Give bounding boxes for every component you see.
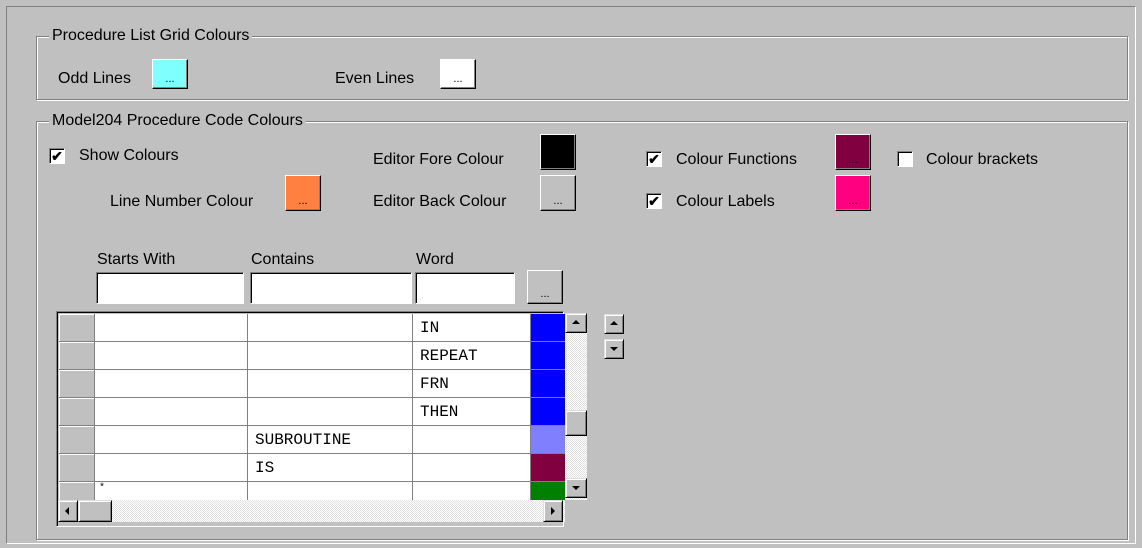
browse-dots: ...: [540, 288, 550, 300]
row-selector[interactable]: [59, 370, 95, 398]
fore-dots: ...: [553, 154, 563, 166]
table-row[interactable]: THEN: [59, 398, 565, 426]
contains-cell[interactable]: [248, 342, 413, 370]
arrow-up-icon: [572, 320, 580, 324]
browse-colour-button[interactable]: ...: [527, 270, 563, 304]
colour-functions-colour-button[interactable]: ...: [835, 134, 871, 170]
colour-functions-checkbox[interactable]: ✔: [646, 151, 662, 167]
table-row[interactable]: IN: [59, 314, 565, 342]
odd-dots: ...: [165, 73, 175, 85]
table-row[interactable]: SUBROUTINE: [59, 426, 565, 454]
starts-with-cell[interactable]: [95, 426, 248, 454]
table-row[interactable]: FRN: [59, 370, 565, 398]
grid-scroll-left-button[interactable]: [58, 500, 78, 522]
grid-colours-title: Procedure List Grid Colours: [49, 26, 253, 46]
colour-labels-label: Colour Labels: [676, 193, 775, 210]
starts-with-cell[interactable]: [95, 314, 248, 342]
contains-cell[interactable]: [248, 314, 413, 342]
colour-swatch-cell[interactable]: [531, 370, 565, 398]
starts-with-cell[interactable]: [95, 370, 248, 398]
starts-with-input[interactable]: [96, 272, 244, 304]
contains-label: Contains: [251, 251, 315, 268]
word-cell[interactable]: REPEAT: [413, 342, 531, 370]
colour-swatch-cell[interactable]: [531, 454, 565, 482]
move-down-icon: [610, 347, 618, 351]
colour-swatch-cell[interactable]: [531, 398, 565, 426]
contains-input[interactable]: [250, 272, 412, 304]
back-dots: ...: [553, 195, 563, 207]
contains-cell[interactable]: [248, 398, 413, 426]
grid-horizontal-scrollbar[interactable]: [58, 500, 565, 522]
arrow-down-icon: [572, 486, 580, 490]
editor-back-colour-button[interactable]: ...: [540, 175, 576, 211]
row-selector[interactable]: [59, 398, 95, 426]
line-number-colour-label: Line Number Colour: [110, 193, 254, 210]
grid-scroll-up-button[interactable]: [565, 313, 587, 333]
row-selector[interactable]: [59, 342, 95, 370]
func-dots: ...: [848, 154, 858, 166]
odd-lines-label: Odd Lines: [58, 70, 131, 87]
odd-lines-colour-button[interactable]: ...: [152, 59, 188, 89]
grid-colours-group: Procedure List Grid Colours: [36, 26, 1128, 100]
grid-horizontal-scroll-thumb[interactable]: [78, 500, 112, 522]
move-row-down-button[interactable]: [604, 339, 624, 359]
row-selector[interactable]: [59, 426, 95, 454]
colour-brackets-label: Colour brackets: [926, 151, 1039, 168]
colour-labels-check-mark: ✔: [648, 193, 660, 209]
colour-brackets-checkbox[interactable]: [897, 151, 913, 167]
starts-with-cell[interactable]: [95, 398, 248, 426]
move-row-up-button[interactable]: [604, 314, 624, 334]
grid-scroll-down-button[interactable]: [565, 478, 587, 498]
table-row[interactable]: REPEAT: [59, 342, 565, 370]
word-cell[interactable]: THEN: [413, 398, 531, 426]
starts-with-cell[interactable]: [95, 342, 248, 370]
row-selector[interactable]: [59, 454, 95, 482]
show-colours-checkbox[interactable]: ✔: [49, 148, 65, 164]
word-cell[interactable]: FRN: [413, 370, 531, 398]
editor-fore-colour-button[interactable]: ...: [540, 134, 576, 170]
colour-swatch-cell[interactable]: [531, 314, 565, 342]
move-up-icon: [610, 321, 618, 325]
code-colours-title: Model204 Procedure Code Colours: [49, 111, 306, 131]
grid-vertical-scroll-thumb[interactable]: [565, 410, 587, 436]
contains-cell[interactable]: SUBROUTINE: [248, 426, 413, 454]
show-colours-check-mark: ✔: [51, 148, 63, 164]
colour-swatch-cell[interactable]: [531, 342, 565, 370]
word-cell[interactable]: [413, 426, 531, 454]
labels-dots: ...: [848, 195, 858, 207]
colour-labels-checkbox[interactable]: ✔: [646, 193, 662, 209]
starts-with-cell[interactable]: [95, 454, 248, 482]
starts-with-label: Starts With: [97, 251, 176, 268]
arrow-right-icon: [551, 507, 555, 515]
line-number-colour-button[interactable]: ...: [285, 175, 321, 211]
word-cell[interactable]: IN: [413, 314, 531, 342]
contains-cell[interactable]: IS: [248, 454, 413, 482]
table-row[interactable]: IS: [59, 454, 565, 482]
contains-cell[interactable]: [248, 370, 413, 398]
editor-fore-colour-label: Editor Fore Colour: [373, 151, 504, 168]
line-dots: ...: [298, 195, 308, 207]
row-selector[interactable]: [59, 314, 95, 342]
grid-vertical-scrollbar[interactable]: [565, 313, 587, 500]
show-colours-label: Show Colours: [79, 147, 179, 164]
even-dots: ...: [453, 73, 463, 85]
arrow-left-icon: [65, 507, 69, 515]
even-lines-label: Even Lines: [335, 70, 415, 87]
keyword-colour-grid[interactable]: IN REPEAT FRN THEN SUBROUTINE IS *: [56, 311, 565, 527]
word-label: Word: [416, 251, 454, 268]
colour-functions-check-mark: ✔: [648, 151, 660, 167]
colour-functions-label: Colour Functions: [676, 151, 797, 168]
word-input[interactable]: [415, 272, 515, 304]
word-cell[interactable]: [413, 454, 531, 482]
even-lines-colour-button[interactable]: ...: [440, 59, 476, 89]
colour-labels-colour-button[interactable]: ...: [835, 175, 871, 211]
editor-back-colour-label: Editor Back Colour: [373, 193, 507, 210]
grid-scroll-right-button[interactable]: [543, 500, 563, 522]
colour-swatch-cell[interactable]: [531, 426, 565, 454]
